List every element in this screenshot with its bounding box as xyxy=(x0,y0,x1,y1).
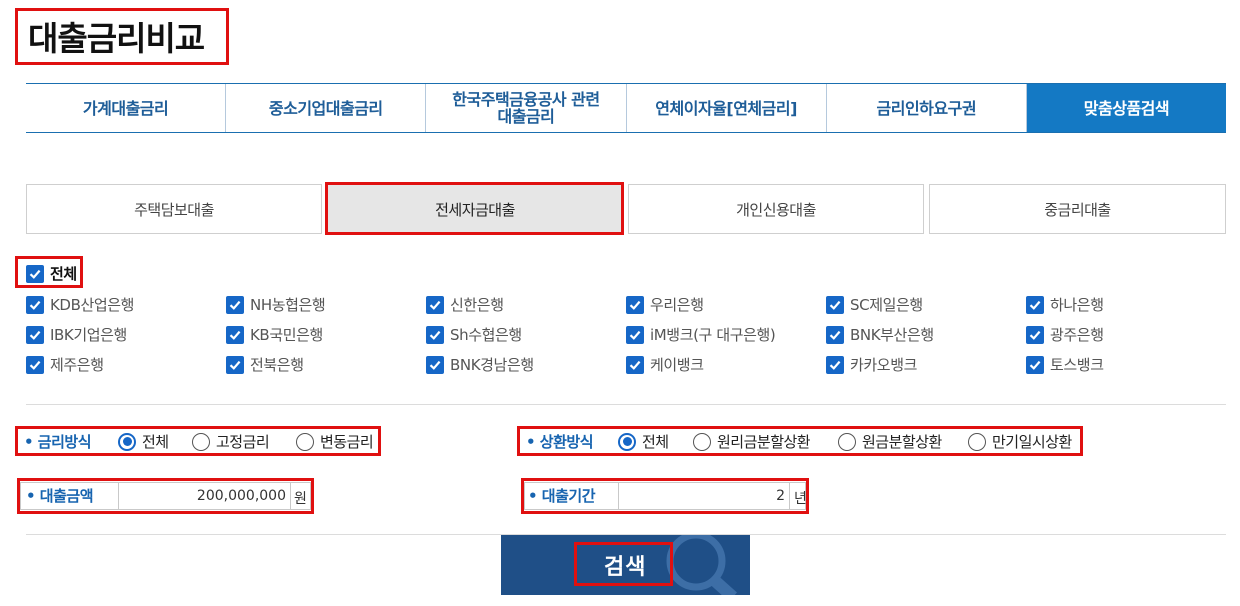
checkbox-checked-icon xyxy=(826,355,844,374)
tab-hf-loan-rate[interactable]: 한국주택금융공사 관련 대출금리 xyxy=(426,84,627,132)
section-divider xyxy=(26,404,1226,405)
bank-label: 우리은행 xyxy=(650,296,704,314)
main-tab-bar: 가계대출금리 중소기업대출금리 한국주택금융공사 관련 대출금리 연체이자율[연… xyxy=(26,83,1227,133)
bank-label: NH농협은행 xyxy=(250,296,326,314)
bank-label: SC제일은행 xyxy=(850,296,923,314)
bank-checkbox[interactable]: 광주은행 xyxy=(1026,324,1104,345)
checkbox-checked-icon xyxy=(1026,295,1044,314)
tab-rate-cut-right[interactable]: 금리인하요구권 xyxy=(826,84,1027,132)
bank-checkbox[interactable]: 전북은행 xyxy=(226,354,304,375)
bank-label: KB국민은행 xyxy=(250,326,323,344)
checkbox-checked-icon xyxy=(26,325,44,344)
rate-type-highlight-box xyxy=(15,426,381,456)
bank-label: iM뱅크(구 대구은행) xyxy=(650,326,776,344)
title-highlight-box xyxy=(15,8,229,65)
subtab-highlight-box xyxy=(325,182,624,235)
bank-label: BNK경남은행 xyxy=(450,356,534,374)
bank-checkbox[interactable]: 케이뱅크 xyxy=(626,354,704,375)
bank-label: BNK부산은행 xyxy=(850,326,934,344)
subtab-mid-rate-loan[interactable]: 중금리대출 xyxy=(929,184,1226,234)
subtab-mortgage-loan[interactable]: 주택담보대출 xyxy=(26,184,322,234)
tab-sme-loan-rate[interactable]: 중소기업대출금리 xyxy=(226,84,427,132)
bank-checkbox[interactable]: 우리은행 xyxy=(626,294,704,315)
checkbox-checked-icon xyxy=(226,325,244,344)
bank-checkbox[interactable]: 제주은행 xyxy=(26,354,104,375)
bank-label: 전북은행 xyxy=(250,356,304,374)
subtab-personal-credit-loan[interactable]: 개인신용대출 xyxy=(628,184,924,234)
checkbox-checked-icon xyxy=(626,295,644,314)
bank-checkbox[interactable]: iM뱅크(구 대구은행) xyxy=(626,324,776,345)
bank-label: 하나은행 xyxy=(1050,296,1104,314)
bank-checkbox[interactable]: KB국민은행 xyxy=(226,324,323,345)
bank-checkbox[interactable]: Sh수협은행 xyxy=(426,324,522,345)
tab-overdue-rate[interactable]: 연체이자율[연체금리] xyxy=(626,84,827,132)
bank-label: 신한은행 xyxy=(450,296,504,314)
checkbox-checked-icon xyxy=(426,325,444,344)
bank-checkbox[interactable]: 토스뱅크 xyxy=(1026,354,1104,375)
checkbox-checked-icon xyxy=(826,295,844,314)
bank-label: 제주은행 xyxy=(50,356,104,374)
bank-checkbox[interactable]: NH농협은행 xyxy=(226,294,326,315)
checkbox-checked-icon xyxy=(626,325,644,344)
loan-period-highlight-box xyxy=(521,478,809,514)
bank-checkbox[interactable]: BNK경남은행 xyxy=(426,354,534,375)
bank-checkbox[interactable]: 신한은행 xyxy=(426,294,504,315)
checkbox-checked-icon xyxy=(226,295,244,314)
bank-checkbox[interactable]: IBK기업은행 xyxy=(26,324,127,345)
checkbox-checked-icon xyxy=(226,355,244,374)
bank-checkbox[interactable]: 카카오뱅크 xyxy=(826,354,917,375)
bank-label: 카카오뱅크 xyxy=(850,356,918,374)
checkbox-checked-icon xyxy=(1026,355,1044,374)
tab-custom-product-search[interactable]: 맞춤상품검색 xyxy=(1026,84,1227,132)
checkbox-checked-icon xyxy=(26,355,44,374)
bank-checkbox[interactable]: SC제일은행 xyxy=(826,294,923,315)
bank-label: 토스뱅크 xyxy=(1050,356,1104,374)
bank-label: IBK기업은행 xyxy=(50,326,127,344)
checkbox-checked-icon xyxy=(426,355,444,374)
checkbox-checked-icon xyxy=(826,325,844,344)
all-checkbox-highlight-box xyxy=(15,256,83,288)
bank-label: KDB산업은행 xyxy=(50,296,135,314)
checkbox-checked-icon xyxy=(1026,325,1044,344)
loan-amount-highlight-box xyxy=(17,478,314,514)
checkbox-checked-icon xyxy=(626,355,644,374)
checkbox-checked-icon xyxy=(426,295,444,314)
checkbox-checked-icon xyxy=(26,295,44,314)
bank-checkbox[interactable]: 하나은행 xyxy=(1026,294,1104,315)
tab-household-loan-rate[interactable]: 가계대출금리 xyxy=(26,84,227,132)
search-highlight-box xyxy=(574,542,673,586)
bank-label: Sh수협은행 xyxy=(450,326,522,344)
bank-checkbox[interactable]: BNK부산은행 xyxy=(826,324,934,345)
repay-type-highlight-box xyxy=(517,426,1083,456)
bank-label: 광주은행 xyxy=(1050,326,1104,344)
bank-label: 케이뱅크 xyxy=(650,356,704,374)
bank-checkbox[interactable]: KDB산업은행 xyxy=(26,294,134,315)
